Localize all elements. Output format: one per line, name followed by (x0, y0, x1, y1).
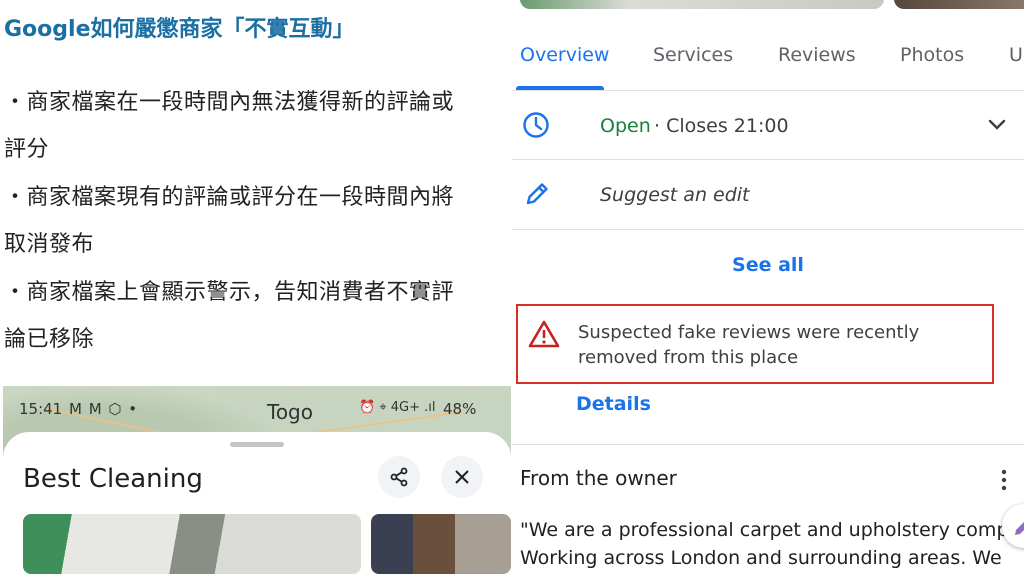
battery-level: 48% (443, 400, 477, 418)
article-line: 取消發布 (4, 232, 95, 257)
status-bar: 15:41 M M ⬡ • ⏰ ⌖ 4G+ .ıl 48% (3, 398, 511, 422)
warning-icon (528, 320, 560, 348)
article-panel: Google如何嚴懲商家「不實互動」 ・商家檔案在一段時間內無法獲得新的評論或 … (0, 0, 512, 576)
article-line: ・商家檔案在一段時間內無法獲得新的評論或 (4, 90, 455, 115)
share-button[interactable] (378, 456, 420, 498)
hours-row[interactable]: Open · Closes 21:00 (512, 91, 1024, 160)
article-line: ・商家檔案現有的評論或評分在一段時間內將 (4, 185, 455, 210)
more-options-icon[interactable] (996, 466, 1012, 494)
suggest-edit-row[interactable]: Suggest an edit (512, 160, 1024, 230)
article-line: 評分 (4, 137, 50, 162)
tab-reviews[interactable]: Reviews (778, 44, 856, 66)
status-time: 15:41 (19, 400, 63, 418)
place-tabs: Overview Services Reviews Photos U (512, 30, 1024, 91)
notification-icons: M M ⬡ • (69, 400, 139, 418)
tab-photos[interactable]: Photos (900, 44, 964, 66)
place-photo[interactable] (520, 0, 884, 9)
close-icon (455, 470, 469, 484)
phone-screenshot: 15:41 M M ⬡ • ⏰ ⌖ 4G+ .ıl 48% Togo Best … (3, 386, 511, 576)
place-bottom-sheet: Best Cleaning (3, 432, 511, 576)
suggest-edit-label: Suggest an edit (600, 184, 750, 206)
details-link[interactable]: Details (576, 393, 651, 415)
warning-message: Suspected fake reviews were recently rem… (578, 322, 920, 368)
fake-reviews-warning: Suspected fake reviews were recently rem… (516, 304, 994, 384)
section-divider (512, 444, 1024, 445)
closing-time: · Closes 21:00 (654, 115, 789, 137)
tab-overview[interactable]: Overview (520, 44, 609, 66)
open-status: Open (600, 115, 651, 137)
see-all-link[interactable]: See all (512, 254, 1024, 276)
photo-strip (512, 0, 1024, 10)
system-status-icons: ⏰ ⌖ 4G+ .ıl (359, 400, 436, 415)
owner-description-line: Working across London and surrounding ar… (520, 547, 1002, 569)
chevron-down-icon[interactable] (988, 119, 1006, 131)
clock-icon (523, 112, 549, 138)
sheet-drag-handle[interactable] (230, 442, 284, 447)
article-line: ・商家檔案上會顯示警示，告知消費者不實評 (4, 280, 455, 305)
place-name: Best Cleaning (23, 464, 203, 494)
pencil-icon (526, 183, 548, 205)
pencil-icon (1015, 522, 1024, 535)
active-tab-indicator (516, 86, 604, 90)
see-all-row: See all (512, 230, 1024, 304)
article-line: 論已移除 (4, 327, 95, 352)
place-photo[interactable] (894, 0, 1024, 9)
article-title: Google如何嚴懲商家「不實互動」 (4, 17, 355, 42)
tab-updates[interactable]: U (1009, 44, 1023, 66)
maps-place-panel: Overview Services Reviews Photos U Open … (512, 0, 1024, 576)
owner-section-heading: From the owner (520, 466, 677, 490)
place-photo[interactable] (23, 514, 361, 574)
map-place-label: Togo (267, 400, 313, 424)
close-button[interactable] (441, 456, 483, 498)
tab-services[interactable]: Services (653, 44, 733, 66)
owner-description-line: "We are a professional carpet and uphols… (520, 519, 1024, 541)
share-icon (390, 467, 408, 487)
place-photo[interactable] (371, 514, 511, 574)
owner-description: "We are a professional carpet and uphols… (520, 516, 1024, 572)
